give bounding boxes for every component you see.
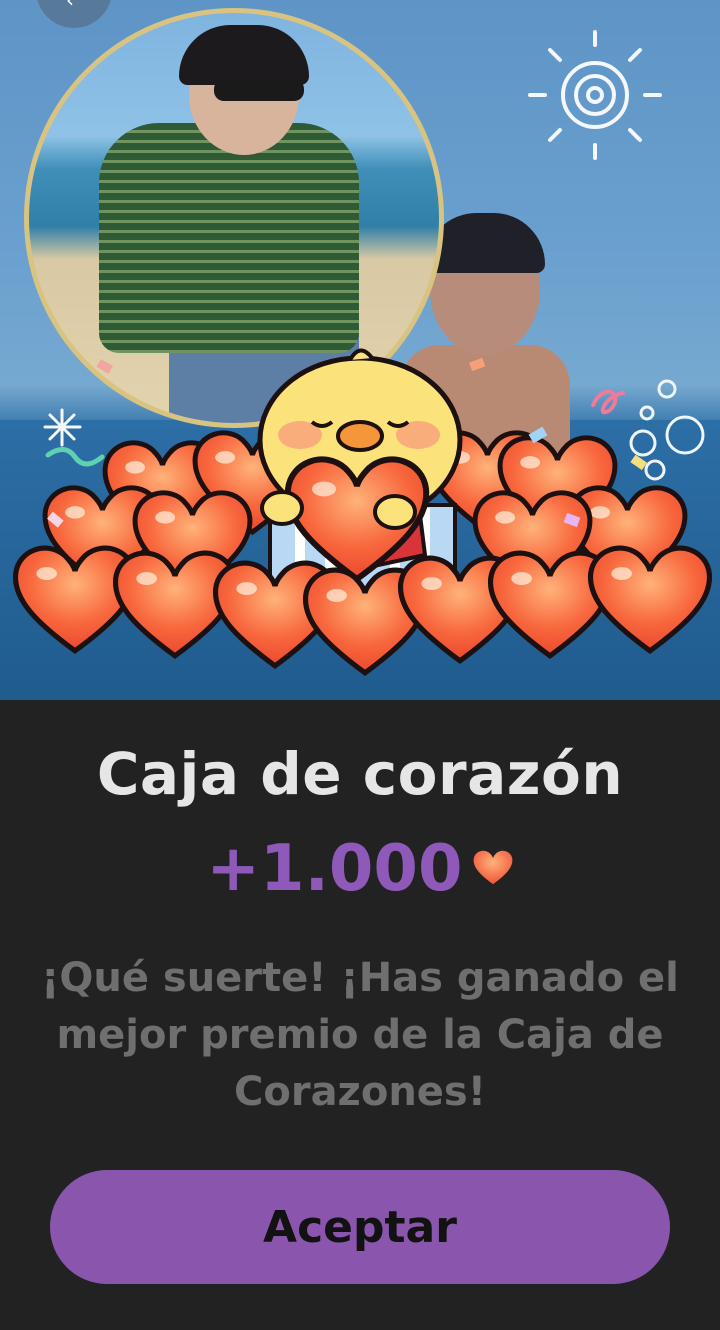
reward-amount-row: +1.000 [0,832,720,906]
reward-illustration: ‹ [0,0,720,700]
sun-doodle-icon [520,20,670,170]
accept-button[interactable]: Aceptar [50,1170,670,1284]
back-button[interactable]: ‹ [36,0,112,28]
reward-dialog: Caja de corazón +1.000 ¡Qué suerte! ¡Has… [0,700,720,1330]
reward-message: ¡Qué suerte! ¡Has ganado el mejor premio… [41,955,679,1115]
chevron-left-icon: ‹ [66,0,74,12]
heart-icon [472,848,514,890]
reward-title: Caja de corazón [96,740,624,808]
reward-amount: +1.000 [206,832,463,906]
chick-mascot-icon [257,348,463,592]
hearts-pile [0,348,720,680]
